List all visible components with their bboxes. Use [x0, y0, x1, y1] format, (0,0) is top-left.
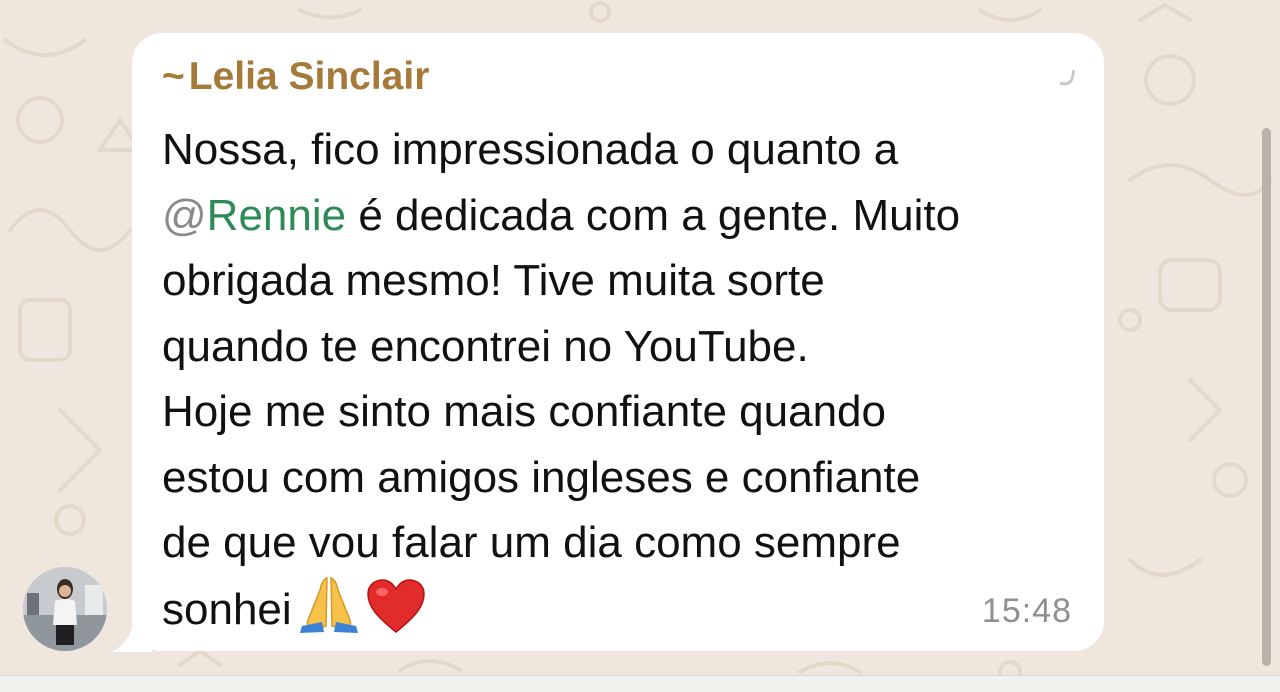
sender-name[interactable]: ~ Lelia Sinclair [162, 55, 429, 99]
scrollbar[interactable] [1262, 128, 1271, 666]
message-line-6: estou com amigos ingleses e confiante [162, 452, 921, 502]
sender-prefix: ~ [162, 55, 185, 98]
mention-name: Rennie [206, 190, 347, 240]
avatar-photo [23, 567, 107, 651]
sender-avatar[interactable] [23, 567, 107, 651]
message-menu-chevron-icon[interactable] [1059, 68, 1076, 87]
message-line-4: quando te encontrei no YouTube. [162, 321, 809, 371]
sender-name-label: Lelia Sinclair [188, 55, 430, 98]
message-line-3: obrigada mesmo! Tive muita sorte [162, 256, 825, 305]
mention-at: @ [162, 190, 207, 240]
message-line-8: sonhei [162, 576, 1082, 653]
message-line-2: @Rennie é dedicada com a gente. Muito [162, 183, 1082, 249]
message-line-7: de que vou falar um dia como sempre [162, 518, 901, 567]
message-bubble[interactable]: ~ Lelia Sinclair Nossa, fico impressionad… [132, 33, 1104, 651]
mention-link[interactable]: @Rennie [162, 191, 346, 240]
message-text: Nossa, fico impressionada o quanto a @Re… [162, 117, 1082, 652]
message-line-1: Nossa, fico impressionada o quanto a [162, 125, 899, 174]
bottom-edge-strip [0, 675, 1280, 692]
red-heart-icon [366, 578, 426, 653]
message-line-8-text: sonhei [162, 584, 292, 634]
message-line-5: Hoje me sinto mais confiante quando [162, 387, 886, 436]
message-timestamp: 15:48 [981, 592, 1072, 630]
folded-hands-icon [298, 576, 360, 653]
message-line-2-rest: é dedicada com a gente. Muito [346, 190, 961, 240]
